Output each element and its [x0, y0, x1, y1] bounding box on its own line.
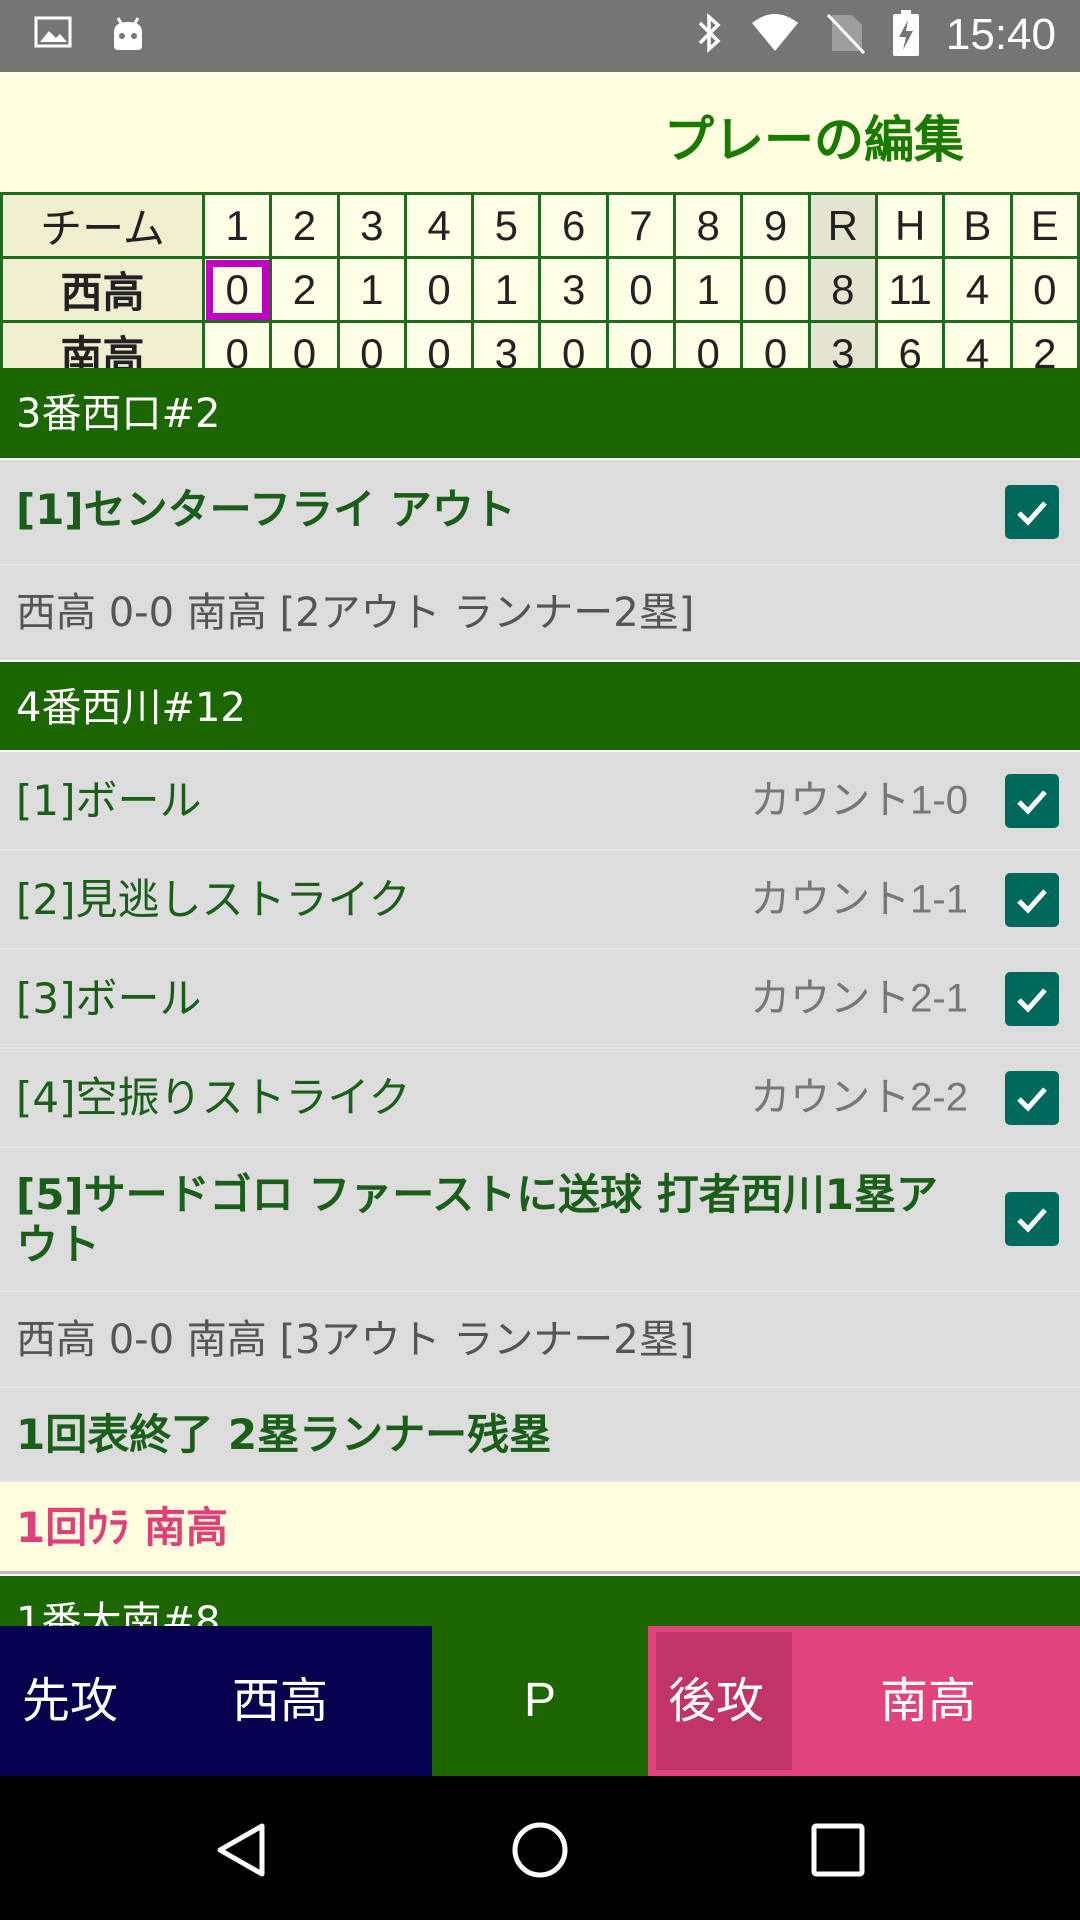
pitcher-button[interactable]: P: [432, 1626, 648, 1776]
play-label: [5]サードゴロ ファーストに送球 打者西川1塁アウト: [16, 1170, 938, 1269]
score-cell[interactable]: 0: [403, 256, 475, 323]
checkbox-checked-icon[interactable]: [1005, 971, 1059, 1026]
batter-header[interactable]: 4番西川#12: [0, 660, 1080, 752]
inning-header: 8: [673, 192, 744, 259]
team-header: チーム: [0, 192, 205, 259]
score-cell[interactable]: 0: [605, 256, 677, 323]
recents-icon[interactable]: [810, 1822, 866, 1882]
score-cell[interactable]: 0: [740, 256, 811, 323]
checkbox-checked-icon[interactable]: [1005, 872, 1059, 927]
situation-text: 西高 0-0 南高 [2アウト ランナー2塁]: [0, 566, 1080, 660]
walks-cell: 4: [942, 256, 1013, 323]
hits-header: H: [874, 192, 946, 259]
count-text: カウント1-0: [750, 778, 968, 822]
pitch-item[interactable]: [1]ボール カウント1-0: [0, 752, 1080, 851]
pitch-label: [4]空振りストライク: [16, 1073, 411, 1122]
runs-cell: 8: [807, 256, 878, 323]
checkbox-checked-icon[interactable]: [1005, 773, 1059, 828]
score-cell[interactable]: 2: [269, 256, 340, 323]
inning-header: 2: [269, 192, 340, 259]
inning-header: 1: [201, 192, 273, 259]
scoreboard: チーム 1 2 3 4 5 6 7 8 9 R H B E 西高 0 2 1 0…: [0, 192, 1080, 387]
status-bar: 15:40: [0, 0, 1080, 72]
back-icon[interactable]: [212, 1820, 272, 1884]
home-team-label: 南高: [880, 1673, 977, 1729]
away-team-row: 西高 0 2 1 0 1 3 0 1 0 8 11 4 0: [0, 256, 1080, 323]
hits-cell: 11: [874, 256, 946, 323]
away-team-button[interactable]: 先攻 西高: [0, 1626, 432, 1776]
situation-text: 西高 0-0 南高 [3アウト ランナー2塁]: [0, 1292, 1080, 1388]
away-team-name: 西高: [0, 256, 205, 323]
header: プレーの編集: [0, 72, 1080, 192]
errors-cell: 0: [1009, 256, 1080, 323]
play-item[interactable]: [5]サードゴロ ファーストに送球 打者西川1塁アウト: [0, 1148, 1080, 1292]
inning-header: 7: [605, 192, 677, 259]
home-team-button[interactable]: 後攻 南高: [648, 1626, 1080, 1776]
checkbox-checked-icon[interactable]: [1005, 1192, 1059, 1246]
score-cell-selected[interactable]: 0: [201, 256, 273, 323]
battery-charging-icon: [892, 10, 920, 60]
bottom-bar: 先攻 西高 P 後攻 南高: [0, 1626, 1080, 1776]
checkbox-checked-icon[interactable]: [1005, 485, 1059, 539]
batter-header[interactable]: 3番西口#2: [0, 368, 1080, 460]
page-title: プレーの編集: [664, 111, 964, 169]
score-cell[interactable]: 3: [538, 256, 609, 323]
no-sim-icon: [826, 11, 866, 59]
wifi-icon: [750, 13, 800, 57]
pitch-label: [2]見逃しストライク: [16, 875, 411, 924]
clock: 15:40: [945, 10, 1056, 59]
play-label: [1]センターフライ アウト: [16, 485, 516, 534]
score-cell[interactable]: 1: [336, 256, 407, 323]
score-cell[interactable]: 1: [471, 256, 542, 323]
navigation-bar: [0, 1776, 1080, 1920]
count-text: カウント1-1: [750, 877, 968, 921]
inning-header: 9: [740, 192, 811, 259]
runs-header: R: [807, 192, 878, 259]
pitch-label: [3]ボール: [16, 974, 202, 1023]
score-cell[interactable]: 1: [673, 256, 744, 323]
home-icon[interactable]: [510, 1820, 570, 1884]
pitch-item[interactable]: [2]見逃しストライク カウント1-1: [0, 851, 1080, 950]
play-list[interactable]: 3番西口#2 [1]センターフライ アウト 西高 0-0 南高 [2アウト ラン…: [0, 368, 1080, 1626]
pitch-label: [1]ボール: [16, 776, 202, 825]
inning-header[interactable]: 1回ｳﾗ 南高: [0, 1482, 1080, 1574]
count-text: カウント2-2: [750, 1075, 968, 1119]
android-icon: [108, 14, 148, 58]
inning-end-text: 1回表終了 2塁ランナー残塁: [0, 1388, 1080, 1482]
away-role-label: 先攻: [22, 1673, 119, 1729]
pitch-item[interactable]: [3]ボール カウント2-1: [0, 950, 1080, 1049]
linescore-table: チーム 1 2 3 4 5 6 7 8 9 R H B E 西高 0 2 1 0…: [0, 192, 1080, 387]
errors-header: E: [1009, 192, 1080, 259]
walks-header: B: [942, 192, 1013, 259]
away-team-label: 西高: [232, 1673, 329, 1729]
play-item[interactable]: [1]センターフライ アウト: [0, 460, 1080, 566]
inning-header: 6: [538, 192, 609, 259]
home-role-label: 後攻: [668, 1673, 765, 1729]
batter-header[interactable]: 1番大南#8: [0, 1574, 1080, 1626]
inning-header: 5: [471, 192, 542, 259]
image-icon: [34, 14, 72, 58]
count-text: カウント2-1: [750, 976, 968, 1020]
pitch-item[interactable]: [4]空振りストライク カウント2-2: [0, 1049, 1080, 1148]
linescore-header-row: チーム 1 2 3 4 5 6 7 8 9 R H B E: [0, 192, 1080, 259]
checkbox-checked-icon[interactable]: [1005, 1070, 1059, 1125]
inning-header: 4: [403, 192, 475, 259]
bluetooth-icon: [694, 11, 724, 59]
inning-header: 3: [336, 192, 407, 259]
